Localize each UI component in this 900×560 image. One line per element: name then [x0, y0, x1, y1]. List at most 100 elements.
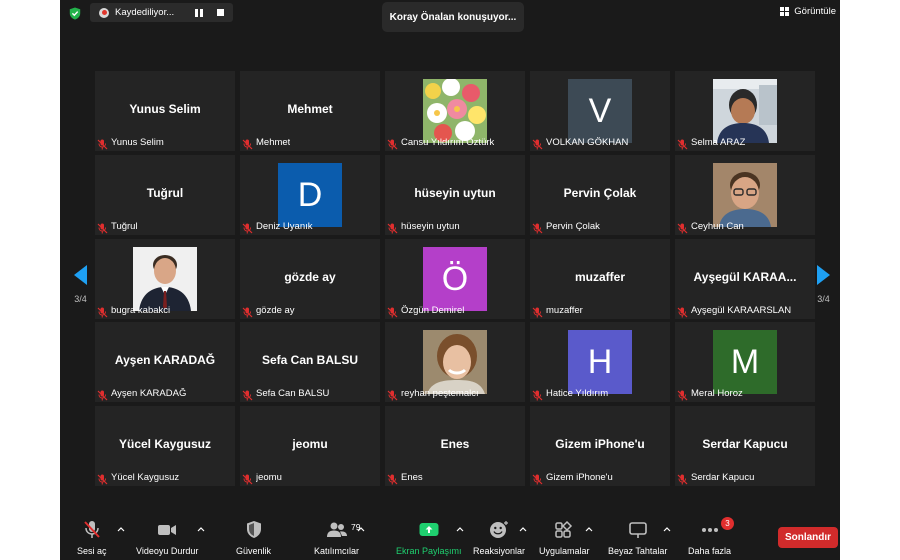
participant-tile[interactable]: Yunus Selim Yunus Selim	[95, 71, 235, 151]
participant-tile[interactable]: Ayşen KARADAĞ Ayşen KARADAĞ	[95, 322, 235, 402]
participant-nameplate: jeomu	[242, 472, 282, 485]
zoom-meeting-window: Kaydediliyor... Koray Önalan konuşuyor..…	[60, 0, 840, 560]
participant-name-label: muzaffer	[546, 305, 583, 316]
participant-tile[interactable]: M Meral Horoz	[675, 322, 815, 402]
meeting-toolbar: Sesi aç Videoyu Durdur Güvenlik Katılımc…	[60, 514, 840, 560]
participant-tile[interactable]: Selma ARAZ	[675, 71, 815, 151]
end-meeting-button[interactable]: Sonlandır	[778, 527, 838, 548]
participant-display-name: gözde ay	[284, 270, 336, 284]
participant-name-label: hüseyin uytun	[401, 221, 460, 232]
participant-nameplate: VOLKAN GÖKHAN	[532, 137, 628, 150]
apps-options-caret-icon[interactable]	[585, 526, 593, 532]
participant-display-name: Ayşegül KARAA...	[693, 270, 797, 284]
muted-microphone-icon	[97, 388, 108, 401]
participant-nameplate: Ayşegül KARAARSLAN	[677, 305, 791, 318]
participant-tile[interactable]: Gizem iPhone'u Gizem iPhone'u	[530, 406, 670, 486]
participant-video-flowers	[423, 79, 487, 143]
participant-name-label: Ayşen KARADAĞ	[111, 388, 187, 399]
participant-name-label: Cansu Yıldırım Öztürk	[401, 137, 495, 148]
muted-microphone-icon	[677, 388, 688, 401]
participant-tile[interactable]: Tuğrul Tuğrul	[95, 155, 235, 235]
participant-tile[interactable]: gözde ay gözde ay	[240, 239, 380, 319]
pause-recording-button[interactable]	[195, 8, 203, 17]
recording-indicator[interactable]: Kaydediliyor...	[90, 3, 233, 22]
muted-microphone-icon	[97, 305, 108, 318]
participant-nameplate: Gizem iPhone'u	[532, 472, 613, 485]
apps-button[interactable]: Uygulamalar	[539, 520, 590, 556]
more-dots-icon	[701, 528, 718, 532]
muted-microphone-icon	[387, 221, 398, 234]
smiley-icon	[490, 521, 509, 538]
muted-microphone-icon	[97, 137, 108, 150]
participant-tile[interactable]: hüseyin uytun hüseyin uytun	[385, 155, 525, 235]
participant-name-label: Pervin Çolak	[546, 221, 600, 232]
reactions-button[interactable]: Reaksiyonlar	[473, 520, 525, 556]
recording-label: Kaydediliyor...	[115, 7, 175, 18]
view-button[interactable]: Görüntüle	[780, 6, 836, 17]
security-shield-icon[interactable]	[69, 7, 81, 20]
microphone-muted-icon	[84, 521, 100, 538]
record-icon	[99, 7, 109, 18]
participant-name-label: Tuğrul	[111, 221, 138, 232]
participant-tile[interactable]: bugra kabakci	[95, 239, 235, 319]
reactions-options-caret-icon[interactable]	[519, 526, 527, 532]
security-button[interactable]: Güvenlik	[236, 520, 271, 556]
participant-tile[interactable]: Ceyhun Can	[675, 155, 815, 235]
previous-page-button[interactable]: 3/4	[74, 265, 87, 304]
participant-tile[interactable]: Ö Özgün Demirel	[385, 239, 525, 319]
whiteboards-options-caret-icon[interactable]	[663, 526, 671, 532]
video-options-caret-icon[interactable]	[197, 526, 205, 532]
stop-video-button[interactable]: Videoyu Durdur	[136, 520, 198, 556]
participant-tile[interactable]: Ayşegül KARAA... Ayşegül KARAARSLAN	[675, 239, 815, 319]
participant-display-name: Yunus Selim	[129, 102, 201, 116]
participant-nameplate: Ayşen KARADAĞ	[97, 388, 187, 401]
participant-name-label: Enes	[401, 472, 423, 483]
participant-tile[interactable]: reyhan peştemalcı	[385, 322, 525, 402]
participant-tile[interactable]: Sefa Can BALSU Sefa Can BALSU	[240, 322, 380, 402]
participant-avatar: H	[568, 330, 632, 394]
muted-microphone-icon	[677, 305, 688, 318]
muted-microphone-icon	[387, 137, 398, 150]
audio-options-caret-icon[interactable]	[117, 526, 125, 532]
participant-avatar: V	[568, 79, 632, 143]
participant-tile[interactable]: Serdar Kapucu Serdar Kapucu	[675, 406, 815, 486]
muted-microphone-icon	[532, 221, 543, 234]
participant-tile[interactable]: jeomu jeomu	[240, 406, 380, 486]
participant-name-label: Yunus Selim	[111, 137, 164, 148]
participant-nameplate: Enes	[387, 472, 423, 485]
next-page-button[interactable]: 3/4	[817, 265, 830, 304]
muted-microphone-icon	[242, 472, 253, 485]
participant-tile[interactable]: muzaffer muzaffer	[530, 239, 670, 319]
muted-microphone-icon	[532, 388, 543, 401]
muted-microphone-icon	[532, 137, 543, 150]
whiteboards-button[interactable]: Beyaz Tahtalar	[608, 520, 667, 556]
stop-recording-button[interactable]	[217, 9, 224, 16]
participant-tile[interactable]: D Deniz Uyanık	[240, 155, 380, 235]
share-screen-button[interactable]: Ekran Paylaşımı	[396, 520, 462, 556]
participant-nameplate: Pervin Çolak	[532, 221, 600, 234]
participant-display-name: Mehmet	[287, 102, 333, 116]
muted-microphone-icon	[677, 137, 688, 150]
participant-tile[interactable]: Enes Enes	[385, 406, 525, 486]
participants-options-caret-icon[interactable]	[357, 526, 365, 532]
active-speaker-indicator: Koray Önalan konuşuyor...	[382, 2, 524, 32]
participant-nameplate: Özgün Demirel	[387, 305, 464, 318]
participant-tile[interactable]: V VOLKAN GÖKHAN	[530, 71, 670, 151]
unmute-button[interactable]: Sesi aç	[77, 520, 107, 556]
participant-nameplate: Ceyhun Can	[677, 221, 744, 234]
share-options-caret-icon[interactable]	[456, 526, 464, 532]
participant-tile[interactable]: Pervin Çolak Pervin Çolak	[530, 155, 670, 235]
participant-name-label: Hatice Yıldırım	[546, 388, 609, 399]
participant-display-name: Sefa Can BALSU	[261, 353, 359, 367]
participant-nameplate: hüseyin uytun	[387, 221, 460, 234]
participant-nameplate: muzaffer	[532, 305, 583, 318]
apps-icon	[555, 520, 573, 538]
participant-display-name: muzaffer	[574, 270, 625, 284]
participant-tile[interactable]: Cansu Yıldırım Öztürk	[385, 71, 525, 151]
unmute-label: Sesi aç	[77, 546, 107, 556]
participant-nameplate: Meral Horoz	[677, 388, 743, 401]
participant-tile[interactable]: Yücel Kaygusuz Yücel Kaygusuz	[95, 406, 235, 486]
video-camera-icon	[158, 525, 177, 535]
participant-tile[interactable]: Mehmet Mehmet	[240, 71, 380, 151]
participant-tile[interactable]: H Hatice Yıldırım	[530, 322, 670, 402]
